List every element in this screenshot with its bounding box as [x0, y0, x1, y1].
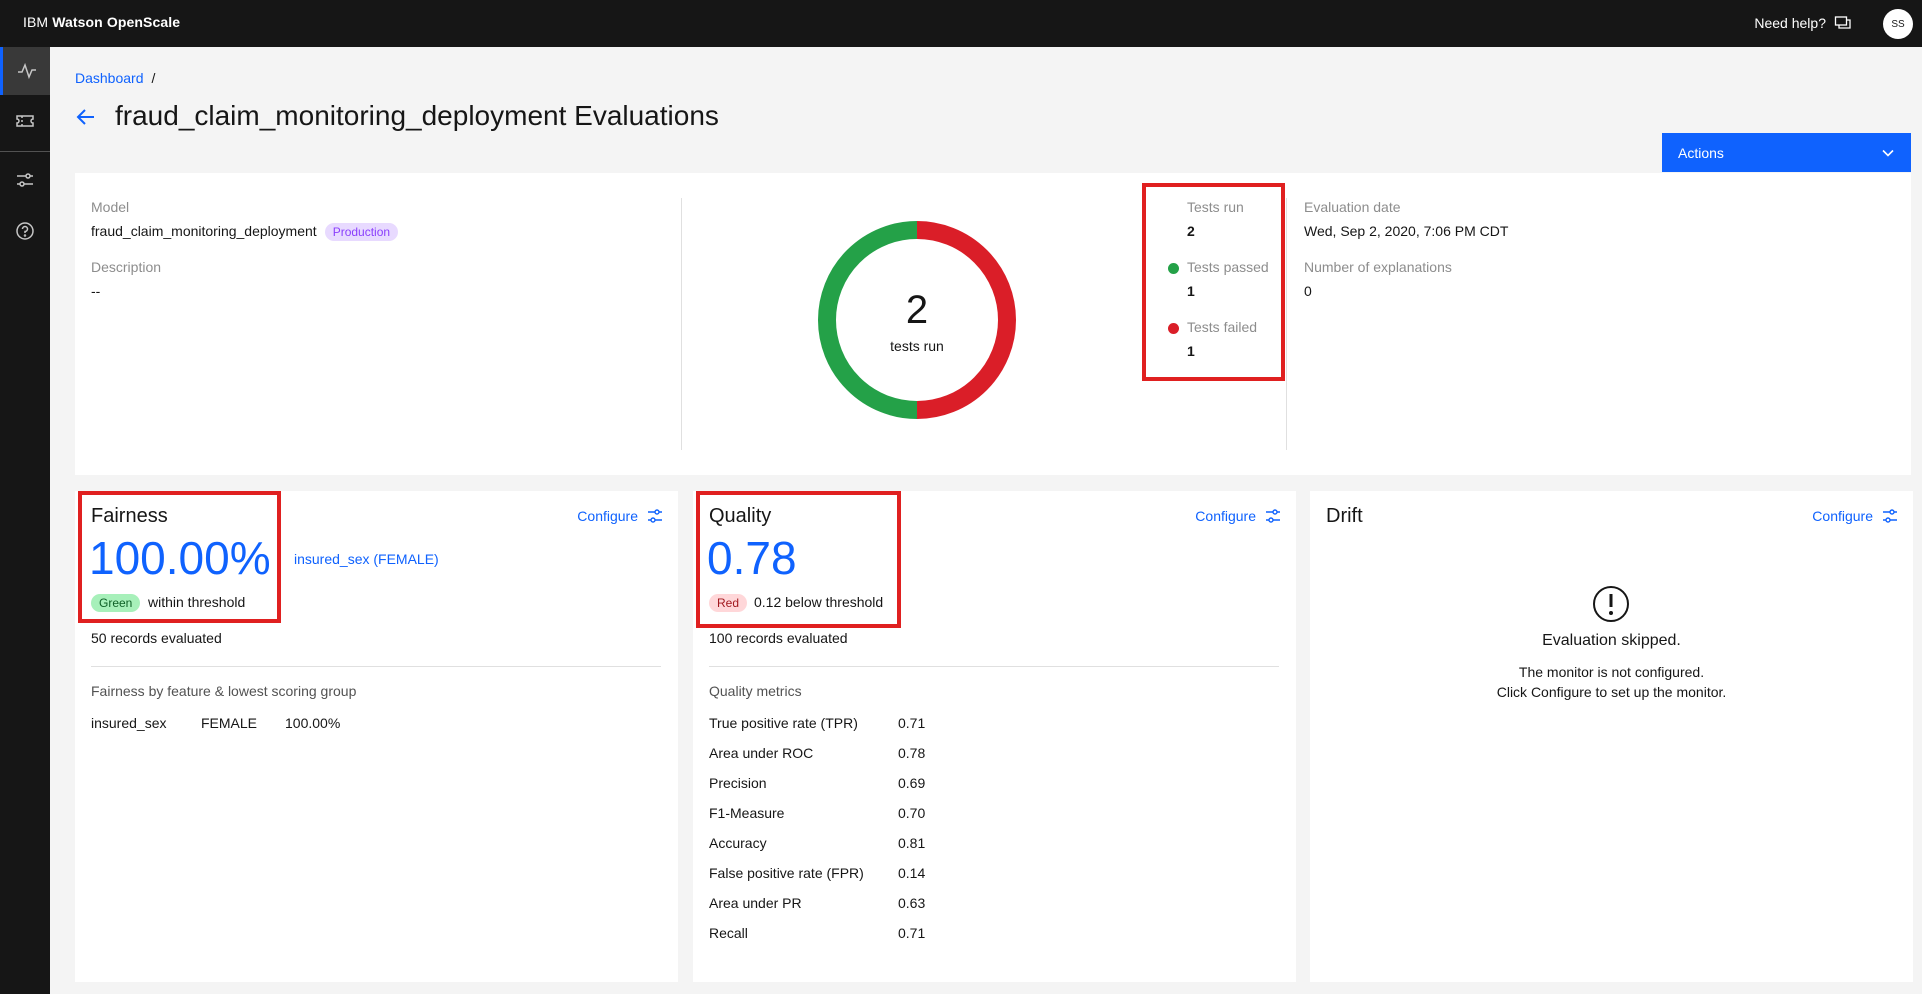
quality-records: 100 records evaluated	[709, 630, 848, 646]
divider	[681, 198, 682, 450]
need-help-label: Need help?	[1754, 15, 1826, 31]
rail-divider	[0, 151, 50, 152]
nav-configure[interactable]	[0, 156, 50, 204]
explanations-label: Number of explanations	[1304, 259, 1452, 275]
metric-value: 0.63	[898, 895, 926, 911]
metric-value: 0.69	[898, 775, 926, 791]
metric-name: False positive rate (FPR)	[709, 865, 864, 881]
highlight-box-tests	[1142, 183, 1285, 381]
donut-total: 2	[905, 288, 929, 332]
settings-adjust-icon	[648, 509, 662, 523]
chevron-down-icon	[1882, 149, 1894, 157]
metric-name: Accuracy	[709, 835, 767, 851]
metric-name: Area under PR	[709, 895, 802, 911]
fairness-feature: insured_sex	[91, 715, 167, 731]
left-nav-rail	[0, 47, 50, 994]
highlight-box-fairness	[78, 491, 281, 623]
drift-configure-link[interactable]: Configure	[1812, 507, 1899, 525]
product-name[interactable]: IBM Watson OpenScale	[23, 14, 180, 30]
need-help-link[interactable]: Need help?	[1754, 14, 1852, 32]
highlight-box-quality	[696, 491, 901, 628]
breadcrumb: Dashboard /	[75, 70, 155, 86]
nav-help[interactable]	[0, 207, 50, 255]
metric-value: 0.14	[898, 865, 926, 881]
actions-label: Actions	[1678, 144, 1724, 161]
page-title: fraud_claim_monitoring_deployment Evalua…	[115, 100, 719, 131]
divider	[91, 666, 661, 667]
top-bar: IBM Watson OpenScale Need help? SS	[0, 0, 1922, 47]
nav-activity[interactable]	[0, 47, 50, 95]
quality-metric-row: Precision 0.69	[709, 775, 925, 791]
metric-value: 0.71	[898, 715, 926, 731]
drift-skipped-title: Evaluation skipped.	[1542, 632, 1681, 649]
configure-label: Configure	[1195, 508, 1256, 524]
back-arrow-icon[interactable]	[75, 106, 97, 128]
activity-icon	[17, 62, 36, 80]
drift-skipped-line2: Click Configure to set up the monitor.	[1496, 684, 1727, 700]
metric-value: 0.81	[898, 835, 926, 851]
configure-label: Configure	[1812, 508, 1873, 524]
model-label: Model	[91, 199, 130, 215]
donut-caption: tests run	[890, 338, 944, 354]
model-name: fraud_claim_monitoring_deployment	[91, 223, 317, 239]
description-value: --	[91, 283, 101, 299]
evaluation-date-value: Wed, Sep 2, 2020, 7:06 PM CDT	[1304, 223, 1509, 239]
drift-title: Drift	[1326, 505, 1363, 527]
metric-value: 0.71	[898, 925, 926, 941]
divider	[1286, 198, 1287, 450]
fairness-group-value: 100.00%	[285, 715, 341, 731]
evaluation-summary-card: Model fraud_claim_monitoring_deployment P…	[75, 173, 1911, 475]
model-value: fraud_claim_monitoring_deployment Product…	[91, 223, 399, 241]
chat-icon	[1834, 16, 1851, 29]
metric-value: 0.78	[898, 745, 926, 761]
production-badge: Production	[324, 223, 399, 241]
brand-name: Watson OpenScale	[52, 14, 181, 30]
quality-metric-row: F1-Measure 0.70	[709, 805, 925, 821]
metric-value: 0.70	[898, 805, 926, 821]
fairness-records: 50 records evaluated	[91, 630, 222, 646]
fairness-group: FEMALE	[201, 715, 258, 731]
help-icon	[16, 222, 34, 240]
drift-skipped-line1: The monitor is not configured.	[1518, 664, 1705, 680]
tests-donut-chart: 2 tests run	[815, 218, 1019, 422]
fairness-group-link[interactable]: insured_sex (FEMALE)	[294, 551, 439, 567]
ticket-icon	[16, 115, 34, 127]
settings-adjust-icon	[1266, 509, 1280, 523]
metric-name: True positive rate (TPR)	[709, 715, 858, 731]
metric-name: Area under ROC	[709, 745, 814, 761]
quality-metric-row: Recall 0.71	[709, 925, 925, 941]
drift-card: Drift Configure Evaluation skipped. The …	[1310, 491, 1913, 982]
quality-metric-row: Area under PR 0.63	[709, 895, 925, 911]
quality-metric-row: False positive rate (FPR) 0.14	[709, 865, 925, 881]
fairness-section-title: Fairness by feature & lowest scoring gro…	[91, 683, 357, 699]
breadcrumb-dashboard-link[interactable]: Dashboard	[75, 70, 144, 86]
metric-name: Recall	[709, 925, 748, 941]
divider	[709, 666, 1279, 667]
metric-name: Precision	[709, 775, 767, 791]
nav-tickets[interactable]	[0, 97, 50, 145]
explanations-value: 0	[1304, 283, 1312, 299]
warning-icon	[1593, 586, 1629, 622]
quality-metric-row: Accuracy 0.81	[709, 835, 925, 851]
quality-metric-row: True positive rate (TPR) 0.71	[709, 715, 925, 731]
description-label: Description	[91, 259, 162, 275]
settings-adjust-icon	[1883, 509, 1897, 523]
quality-configure-link[interactable]: Configure	[1195, 507, 1282, 525]
sliders-icon	[17, 173, 33, 187]
breadcrumb-separator: /	[151, 70, 156, 86]
quality-metric-row: Area under ROC 0.78	[709, 745, 925, 761]
metric-name: F1-Measure	[709, 805, 785, 821]
actions-dropdown[interactable]: Actions	[1662, 133, 1911, 172]
brand-prefix: IBM	[23, 14, 49, 30]
fairness-configure-link[interactable]: Configure	[577, 507, 664, 525]
avatar[interactable]: SS	[1883, 9, 1913, 39]
quality-section-title: Quality metrics	[709, 683, 802, 699]
evaluation-date-label: Evaluation date	[1304, 199, 1401, 215]
configure-label: Configure	[577, 508, 638, 524]
